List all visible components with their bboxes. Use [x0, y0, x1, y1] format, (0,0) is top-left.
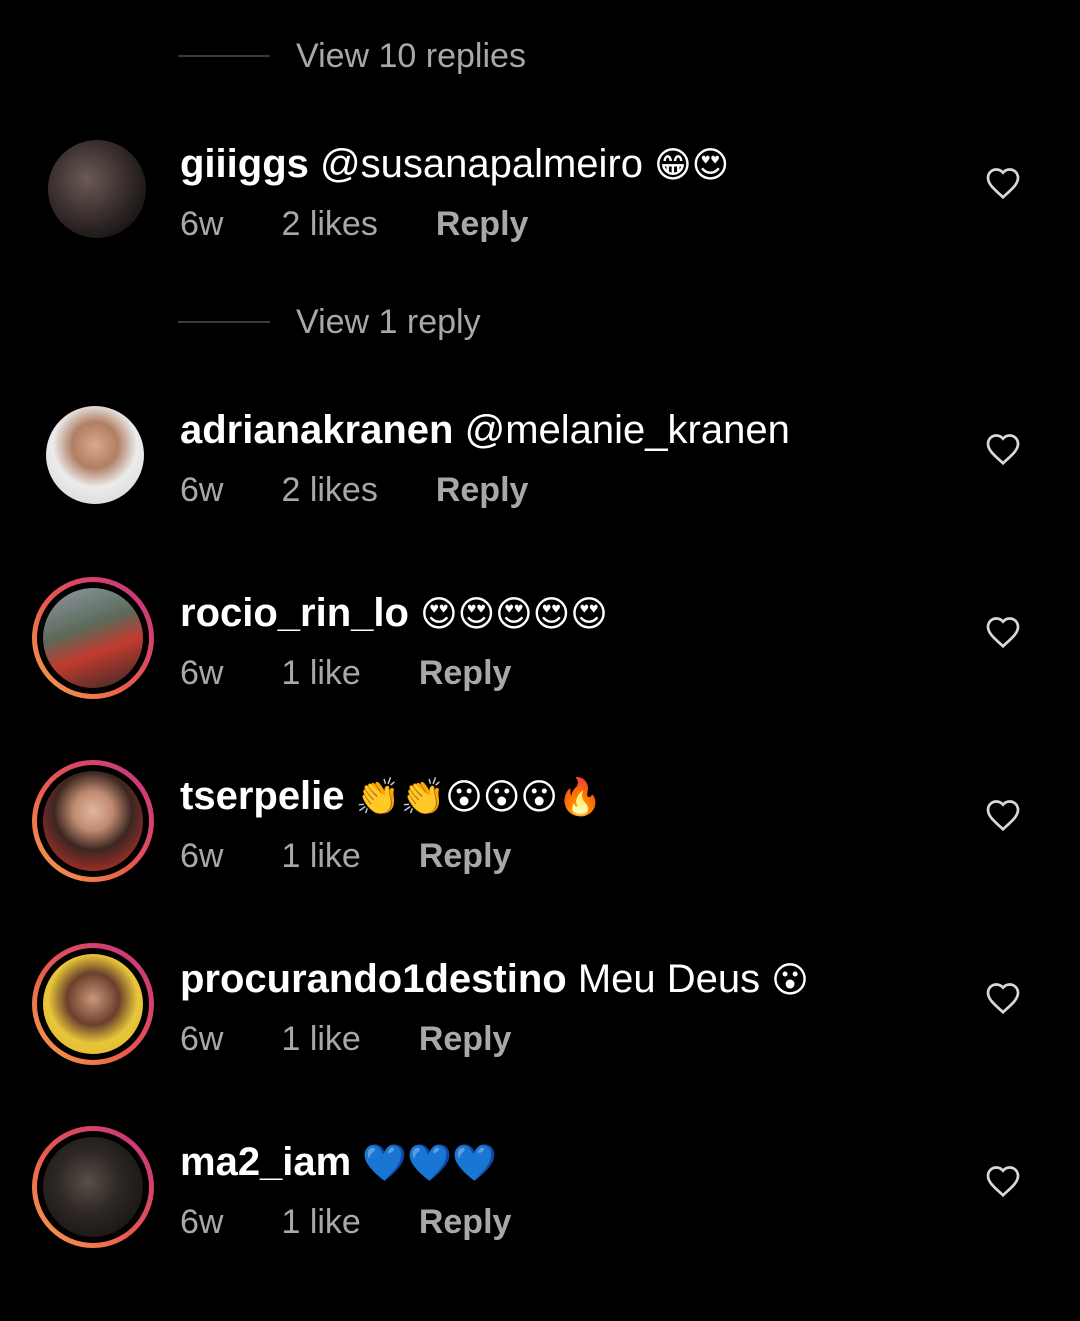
mention-link[interactable]: @susanapalmeiro	[320, 142, 643, 186]
heart-outline-icon[interactable]	[985, 981, 1021, 1015]
comment-meta: 6w 1 like Reply	[180, 1200, 569, 1244]
avatar-photo	[43, 954, 143, 1054]
reply-button[interactable]: Reply	[436, 468, 529, 512]
comment-username[interactable]: giiiggs	[180, 142, 309, 186]
comment-likes[interactable]: 1 like	[281, 1200, 360, 1244]
heart-outline-icon[interactable]	[985, 1164, 1021, 1198]
avatar-photo	[43, 771, 143, 871]
comment-meta: 6w 1 like Reply	[180, 1017, 569, 1061]
comment-username[interactable]: tserpelie	[180, 774, 345, 818]
avatar[interactable]	[48, 140, 146, 238]
comment-time: 6w	[180, 471, 224, 509]
comment-emoji: 😮	[771, 960, 809, 1001]
comment-text: Meu Deus	[577, 957, 761, 1001]
comment-item: ma2_iam 💙💙💙 6w 1 like Reply	[0, 1126, 1080, 1266]
comment-likes[interactable]: 1 like	[281, 651, 360, 695]
comment-username[interactable]: rocio_rin_lo	[180, 591, 409, 635]
comment-likes[interactable]: 2 likes	[281, 468, 377, 512]
reply-button[interactable]: Reply	[419, 651, 512, 695]
view-replies-toggle[interactable]: View 10 replies	[178, 36, 526, 76]
comment-item: procurando1destino Meu Deus 😮 6w 1 like …	[0, 943, 1080, 1083]
divider-line	[178, 321, 270, 323]
comment-body: rocio_rin_lo 😍😍😍😍😍	[180, 587, 608, 641]
reply-button[interactable]: Reply	[419, 1017, 512, 1061]
comment-body: tserpelie 👏👏😮😮😮🔥	[180, 770, 603, 824]
avatar-story-ring[interactable]	[32, 1126, 154, 1248]
heart-outline-icon[interactable]	[985, 166, 1021, 200]
avatar-photo	[43, 588, 143, 688]
comment-likes[interactable]: 1 like	[281, 834, 360, 878]
comment-meta: 6w 1 like Reply	[180, 834, 569, 878]
comment-likes[interactable]: 1 like	[281, 1017, 360, 1061]
mention-link[interactable]: @melanie_kranen	[465, 408, 790, 452]
divider-line	[178, 55, 270, 57]
comment-username[interactable]: procurando1destino	[180, 957, 567, 1001]
avatar-photo	[43, 1137, 143, 1237]
reply-button[interactable]: Reply	[419, 834, 512, 878]
comment-item: tserpelie 👏👏😮😮😮🔥 6w 1 like Reply	[0, 760, 1080, 900]
comment-time: 6w	[180, 1203, 224, 1241]
avatar-story-ring[interactable]	[32, 943, 154, 1065]
heart-outline-icon[interactable]	[985, 615, 1021, 649]
comment-body: procurando1destino Meu Deus 😮	[180, 953, 809, 1007]
avatar-story-ring[interactable]	[32, 760, 154, 882]
avatar-photo	[46, 406, 144, 504]
comment-username[interactable]: ma2_iam	[180, 1140, 351, 1184]
comment-body: adrianakranen @melanie_kranen	[180, 404, 790, 456]
heart-outline-icon[interactable]	[985, 432, 1021, 466]
comment-emoji: 😁😍	[654, 145, 730, 186]
comment-emoji: 💙💙💙	[362, 1143, 497, 1184]
comment-username[interactable]: adrianakranen	[180, 408, 453, 452]
comment-meta: 6w 1 like Reply	[180, 651, 569, 695]
view-replies-label: View 10 replies	[296, 36, 526, 75]
comment-emoji: 😍😍😍😍😍	[420, 594, 608, 635]
heart-outline-icon[interactable]	[985, 798, 1021, 832]
comment-emoji: 👏👏😮😮😮🔥	[355, 777, 603, 818]
comment-time: 6w	[180, 837, 224, 875]
comment-item: giiiggs @susanapalmeiro 😁😍 6w 2 likes Re…	[0, 138, 1080, 268]
comment-body: ma2_iam 💙💙💙	[180, 1136, 497, 1190]
view-replies-toggle[interactable]: View 1 reply	[178, 302, 481, 342]
comment-time: 6w	[180, 654, 224, 692]
avatar[interactable]	[46, 406, 144, 504]
comment-item: rocio_rin_lo 😍😍😍😍😍 6w 1 like Reply	[0, 577, 1080, 717]
comment-meta: 6w 2 likes Reply	[180, 202, 586, 246]
comment-time: 6w	[180, 1020, 224, 1058]
comment-item: adrianakranen @melanie_kranen 6w 2 likes…	[0, 404, 1080, 534]
reply-button[interactable]: Reply	[436, 202, 529, 246]
avatar-photo	[48, 140, 146, 238]
comment-time: 6w	[180, 205, 224, 243]
view-replies-label: View 1 reply	[296, 302, 481, 341]
comment-body: giiiggs @susanapalmeiro 😁😍	[180, 138, 729, 192]
reply-button[interactable]: Reply	[419, 1200, 512, 1244]
comment-likes[interactable]: 2 likes	[281, 202, 377, 246]
comment-meta: 6w 2 likes Reply	[180, 468, 586, 512]
avatar-story-ring[interactable]	[32, 577, 154, 699]
